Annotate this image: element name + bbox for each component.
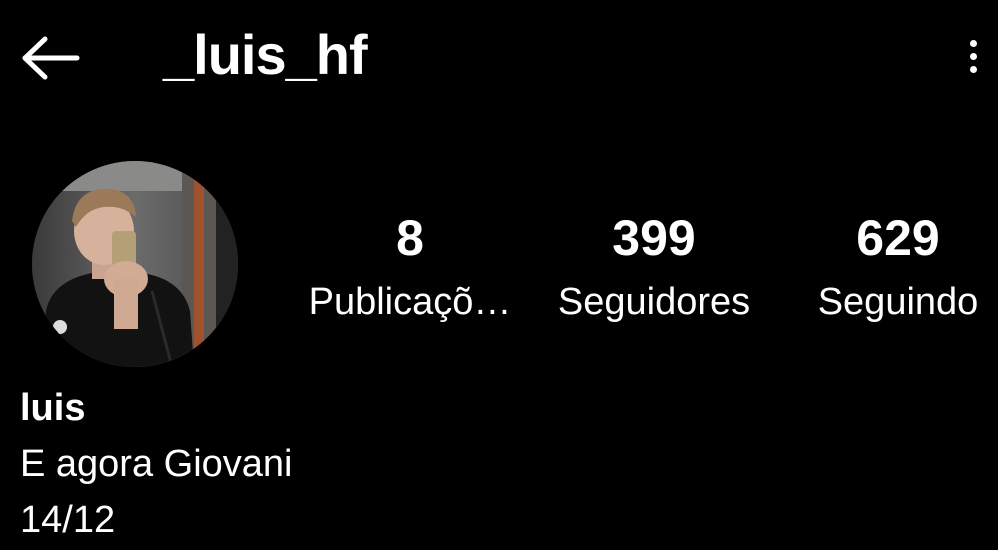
top-app-bar: _luis_hf — [0, 0, 998, 110]
more-vertical-icon — [969, 39, 977, 47]
profile-username: _luis_hf — [163, 23, 368, 86]
profile-avatar[interactable] — [32, 161, 238, 367]
more-vertical-icon-dot — [969, 52, 977, 60]
more-options-button[interactable] — [950, 28, 996, 84]
bio-line: E agora Giovani — [20, 443, 293, 485]
profile-bio: luis E agora Giovani 14/12 — [20, 384, 293, 544]
followers-count: 399 — [612, 210, 696, 266]
followers-label: Seguidores — [557, 281, 751, 323]
more-vertical-icon-dot — [969, 65, 977, 73]
stat-followers[interactable]: 399 Seguidores — [544, 208, 764, 326]
bio-line: 14/12 — [20, 499, 116, 541]
stat-following[interactable]: 629 Seguindo — [800, 208, 996, 326]
profile-display-name: luis — [20, 387, 86, 429]
profile-photo — [32, 161, 238, 367]
posts-count: 8 — [396, 210, 424, 266]
following-count: 629 — [856, 210, 940, 266]
arrow-left-icon — [22, 36, 80, 80]
back-button[interactable] — [14, 22, 86, 94]
posts-label: Publicaçõ… — [308, 281, 512, 323]
following-label: Seguindo — [817, 281, 979, 323]
stat-posts[interactable]: 8 Publicaçõ… — [300, 208, 520, 326]
